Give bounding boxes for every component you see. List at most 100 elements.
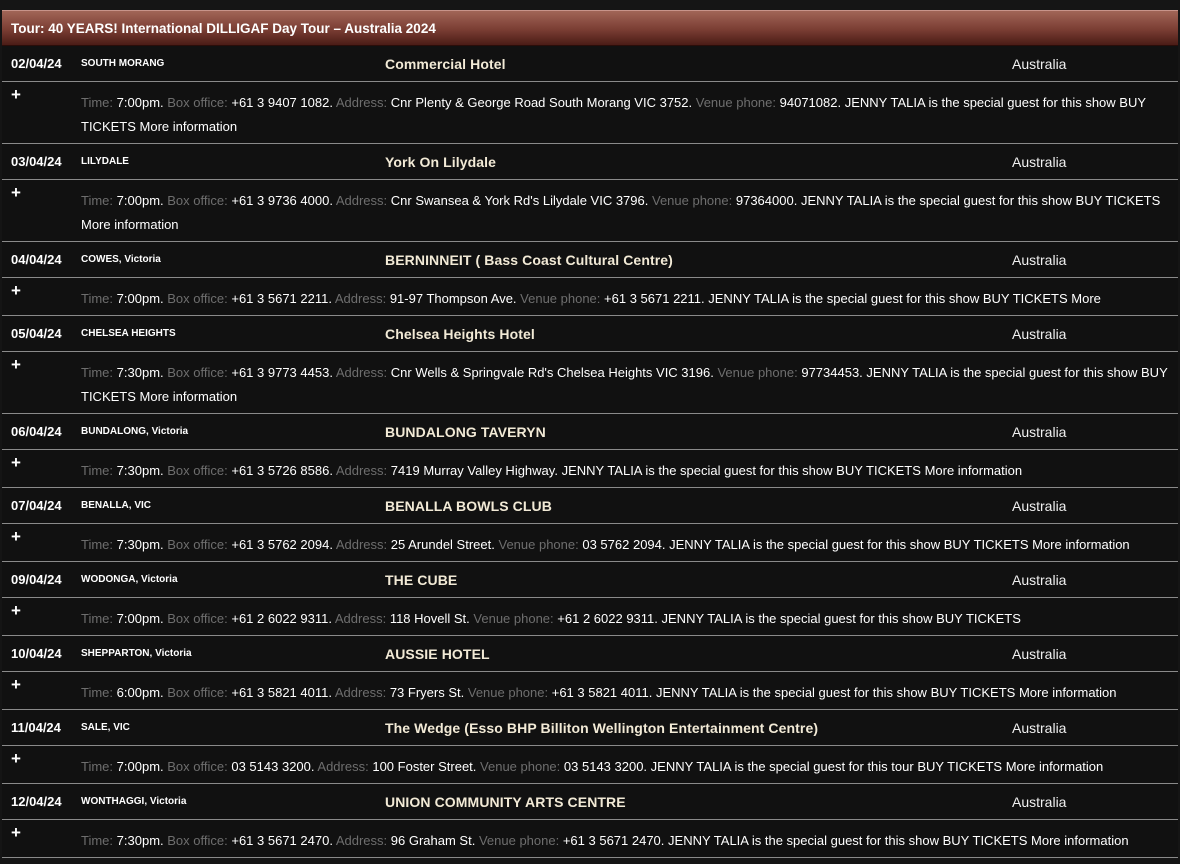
gig-info: Time: 7:00pm. Box office: 03 5143 3200. …: [81, 755, 1168, 779]
gig-box-office: +61 3 9773 4453.: [231, 365, 333, 380]
gig-box-office: +61 3 5671 2211.: [231, 291, 332, 306]
gig-row[interactable]: 11/04/24 SALE, VIC The Wedge (Esso BHP B…: [2, 710, 1178, 746]
gig-date: 09/04/24: [11, 572, 62, 587]
tour-listing: Tour: 40 YEARS! International DILLIGAF D…: [2, 10, 1178, 858]
gig-city: SOUTH MORANG: [81, 58, 164, 69]
more-info-link[interactable]: More information: [1032, 537, 1130, 552]
gig-details: + Time: 7:30pm. Box office: +61 3 5726 8…: [2, 450, 1178, 488]
expand-plus-icon[interactable]: +: [11, 183, 21, 203]
gig-date: 05/04/24: [11, 326, 62, 341]
expand-plus-icon[interactable]: +: [11, 823, 21, 843]
gig-address: Cnr Plenty & George Road South Morang VI…: [390, 95, 693, 110]
more-info-link[interactable]: More information: [1031, 833, 1129, 848]
gig-venue-phone: 03 5143 3200.: [563, 759, 648, 774]
expand-plus-icon[interactable]: +: [11, 281, 21, 301]
address-label: Address:: [335, 833, 388, 848]
gig-box-office: 03 5143 3200.: [231, 759, 315, 774]
gig-box-office: +61 3 5762 2094.: [231, 537, 333, 552]
gig-box-office: +61 3 9736 4000.: [231, 193, 333, 208]
gig-box-office: +61 2 6022 9311.: [231, 611, 332, 626]
gig-row[interactable]: 02/04/24 SOUTH MORANG Commercial Hotel A…: [2, 46, 1178, 82]
gig-address: Cnr Wells & Springvale Rd's Chelsea Heig…: [390, 365, 714, 380]
time-label: Time:: [81, 291, 114, 306]
gig-date: 03/04/24: [11, 154, 62, 169]
gig-note: JENNY TALIA is the special guest for thi…: [866, 365, 1138, 380]
address-label: Address:: [317, 759, 369, 774]
address-label: Address:: [335, 537, 388, 552]
buy-tickets-link[interactable]: BUY TICKETS: [983, 291, 1068, 306]
gig-row[interactable]: 07/04/24 BENALLA, VIC BENALLA BOWLS CLUB…: [2, 488, 1178, 524]
buy-tickets-link[interactable]: BUY TICKETS: [917, 759, 1002, 774]
gig-city-name: SALE,: [81, 722, 111, 733]
gig-city: WONTHAGGI, Victoria: [81, 796, 186, 807]
gig-city: LILYDALE: [81, 156, 129, 167]
expand-plus-icon[interactable]: +: [11, 675, 21, 695]
more-info-link[interactable]: More information: [1006, 759, 1104, 774]
more-info-link[interactable]: More information: [925, 463, 1023, 478]
gig-state: VIC: [113, 722, 130, 733]
gig-time: 7:30pm.: [116, 537, 164, 552]
gig-row[interactable]: 06/04/24 BUNDALONG, Victoria BUNDALONG T…: [2, 414, 1178, 450]
gig-date: 10/04/24: [11, 646, 62, 661]
gig-details: + Time: 7:00pm. Box office: +61 2 6022 9…: [2, 598, 1178, 636]
expand-plus-icon[interactable]: +: [11, 601, 21, 621]
buy-tickets-link[interactable]: BUY TICKETS: [936, 611, 1021, 626]
gig-details: + Time: 7:00pm. Box office: +61 3 9407 1…: [2, 82, 1178, 144]
gig-venue: Commercial Hotel: [385, 56, 506, 72]
buy-tickets-link[interactable]: BUY TICKETS: [944, 537, 1029, 552]
gig-city-name: SHEPPARTON,: [81, 648, 153, 659]
buy-tickets-link[interactable]: BUY TICKETS: [836, 463, 921, 478]
gig-state: Victoria: [141, 574, 178, 585]
gig-row[interactable]: 12/04/24 WONTHAGGI, Victoria UNION COMMU…: [2, 784, 1178, 820]
more-info-link[interactable]: More information: [140, 389, 238, 404]
expand-plus-icon[interactable]: +: [11, 749, 21, 769]
gig-row[interactable]: 03/04/24 LILYDALE York On Lilydale Austr…: [2, 144, 1178, 180]
gig-time: 7:00pm.: [116, 759, 164, 774]
gig-info: Time: 7:30pm. Box office: +61 3 9773 445…: [81, 361, 1168, 409]
gig-city-name: SOUTH MORANG: [81, 58, 165, 69]
more-info-link[interactable]: More information: [140, 119, 238, 134]
gig-country: Australia: [1012, 498, 1067, 514]
gig-row[interactable]: 09/04/24 WODONGA, Victoria THE CUBE Aust…: [2, 562, 1178, 598]
time-label: Time:: [81, 95, 114, 110]
gig-note: JENNY TALIA is the special guest for thi…: [561, 463, 833, 478]
address-label: Address:: [335, 193, 388, 208]
gig-city: SHEPPARTON, Victoria: [81, 648, 192, 659]
gig-row[interactable]: 10/04/24 SHEPPARTON, Victoria AUSSIE HOT…: [2, 636, 1178, 672]
gig-city-name: WONTHAGGI,: [81, 796, 148, 807]
venue-phone-label: Venue phone:: [717, 365, 798, 380]
address-label: Address:: [335, 365, 388, 380]
gig-note: JENNY TALIA is the special guest for thi…: [661, 611, 933, 626]
expand-plus-icon[interactable]: +: [11, 355, 21, 375]
venue-phone-label: Venue phone:: [478, 833, 560, 848]
gig-state: VIC: [134, 500, 152, 511]
gig-date: 06/04/24: [11, 424, 62, 439]
more-info-link[interactable]: More information: [1019, 685, 1117, 700]
expand-plus-icon[interactable]: +: [11, 85, 21, 105]
buy-tickets-link[interactable]: BUY TICKETS: [943, 833, 1028, 848]
gig-venue-phone: +61 3 5671 2211.: [604, 291, 705, 306]
gig-box-office: +61 3 5821 4011.: [231, 685, 332, 700]
expand-plus-icon[interactable]: +: [11, 453, 21, 473]
gig-time: 7:30pm.: [116, 365, 164, 380]
box-office-label: Box office:: [167, 537, 228, 552]
address-label: Address:: [335, 463, 388, 478]
gig-address: Cnr Swansea & York Rd's Lilydale VIC 379…: [390, 193, 649, 208]
time-label: Time:: [81, 193, 114, 208]
gig-note: JENNY TALIA is the special guest for thi…: [844, 95, 1116, 110]
expand-plus-icon[interactable]: +: [11, 527, 21, 547]
gig-date: 02/04/24: [11, 56, 62, 71]
gig-state: Victoria: [155, 648, 192, 659]
gig-city-name: BUNDALONG,: [81, 426, 149, 437]
buy-tickets-link[interactable]: BUY TICKETS: [1076, 193, 1161, 208]
buy-tickets-link[interactable]: BUY TICKETS: [931, 685, 1016, 700]
time-label: Time:: [81, 463, 114, 478]
gig-time: 7:30pm.: [116, 833, 164, 848]
gig-time: 7:00pm.: [116, 611, 164, 626]
gig-venue: The Wedge (Esso BHP Billiton Wellington …: [385, 720, 819, 736]
gig-row[interactable]: 04/04/24 COWES, Victoria BERNINNEIT ( Ba…: [2, 242, 1178, 278]
gig-country: Australia: [1012, 794, 1067, 810]
gig-row[interactable]: 05/04/24 CHELSEA HEIGHTS Chelsea Heights…: [2, 316, 1178, 352]
more-info-link[interactable]: More information: [81, 217, 179, 232]
gig-city-name: WODONGA,: [81, 574, 139, 585]
